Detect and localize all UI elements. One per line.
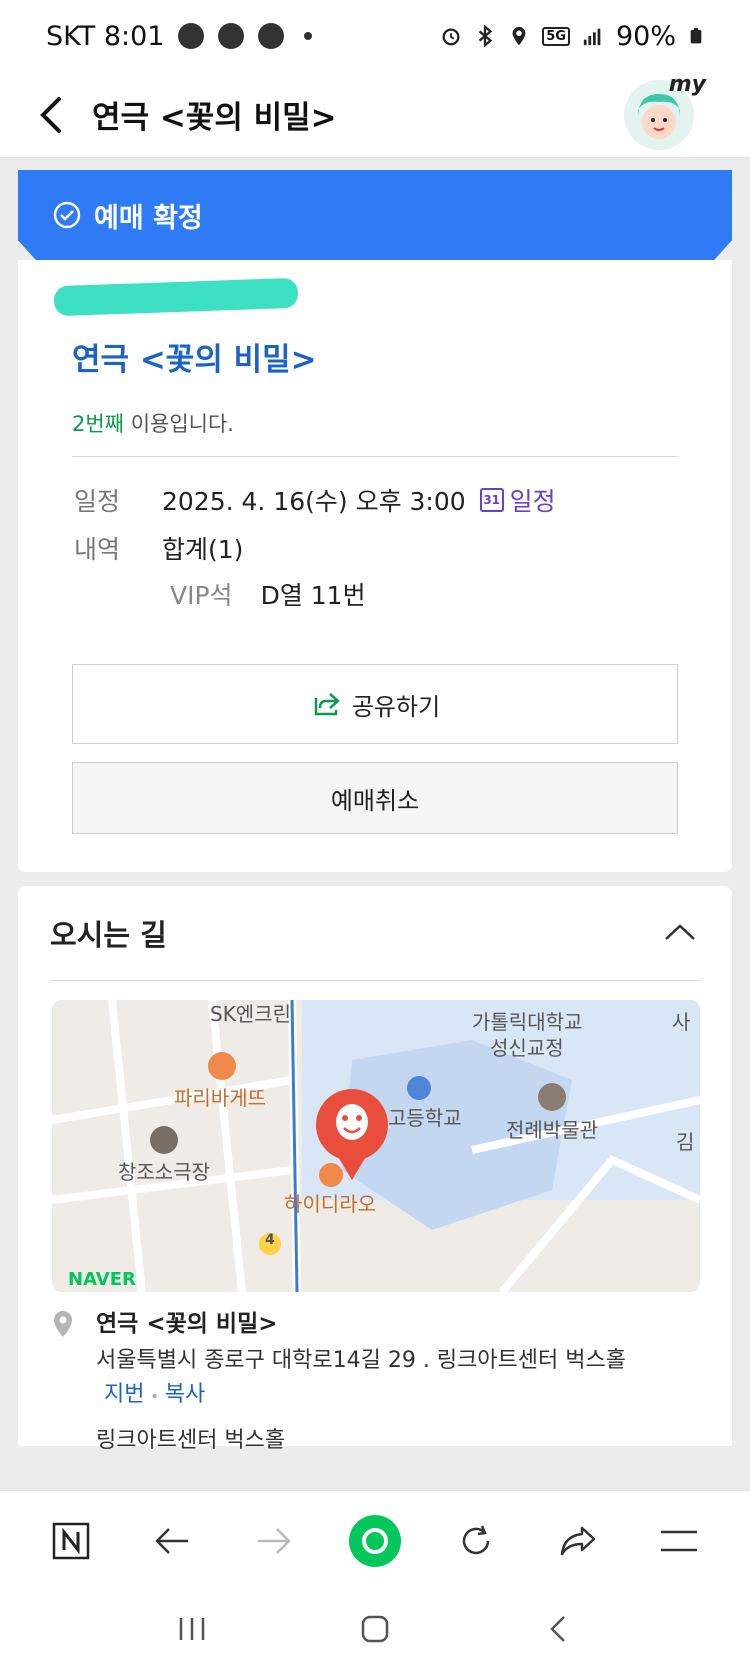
schedule-value: 2025. 4. 16(수) 오후 3:00 — [162, 487, 466, 516]
detail-value: 합계(1) — [162, 535, 244, 564]
home-button[interactable] — [350, 1604, 400, 1654]
check-circle-icon — [53, 201, 81, 229]
more-notifications-icon — [304, 32, 313, 40]
venue-address-text: 서울특별시 종로구 대학로14길 29 . 링크아트센터 벅스홀 — [96, 1348, 626, 1373]
location-icon — [512, 26, 526, 46]
map-route-number: 4 — [265, 1232, 275, 1248]
location-pin-icon — [54, 1311, 72, 1337]
cancel-booking-button[interactable]: 예매취소 — [72, 762, 678, 834]
use-count: 2번째 이용입니다. — [72, 408, 234, 438]
system-nav-bar — [0, 1590, 750, 1667]
share-button[interactable]: 공유하기 — [72, 664, 678, 744]
page-title: 연극 <꽃의 비밀> — [92, 100, 337, 136]
share-icon — [314, 693, 340, 716]
arrow-left-icon — [155, 1527, 189, 1554]
map-label-theater: 창조소극장 — [118, 1160, 210, 1184]
hamburger-menu-icon — [661, 1530, 698, 1551]
carrier-time: SKT 8:01 — [46, 20, 165, 52]
navigation-icon — [258, 23, 285, 49]
map-label-catholic: 가톨릭대학교 — [472, 1010, 583, 1034]
browser-toolbar — [0, 1490, 750, 1590]
map-label-school: 고등학교 — [388, 1106, 462, 1130]
map-label-sk: SK엔크린 — [210, 1002, 292, 1026]
naver-map-logo: NAVER — [68, 1269, 136, 1290]
forward-nav-button[interactable] — [244, 1511, 304, 1571]
map-label-side2: 김 — [676, 1130, 695, 1154]
seat-row: VIP석 D열 11번 — [170, 576, 366, 612]
bluetooth-icon — [479, 24, 493, 48]
venue-name: 연극 <꽃의 비밀> — [96, 1311, 278, 1337]
naver-n-icon — [52, 1522, 89, 1559]
use-count-rest: 이용입니다. — [124, 412, 234, 436]
green-dot-button[interactable] — [345, 1511, 405, 1571]
use-count-highlight: 2번째 — [72, 412, 125, 436]
app-icon — [218, 23, 245, 49]
home-icon — [361, 1615, 389, 1642]
refresh-icon — [463, 1525, 490, 1554]
signal-icon — [583, 28, 601, 46]
seat-value: D열 11번 — [260, 581, 366, 610]
booking-status-banner: 예매 확정 — [18, 170, 732, 260]
naver-home-button[interactable] — [41, 1511, 101, 1571]
status-bar: SKT 8:01 5G 90% — [0, 0, 750, 72]
green-dot-icon — [348, 1514, 401, 1567]
divider — [50, 980, 700, 981]
app-header: 연극 <꽃의 비밀> my — [0, 72, 750, 158]
map-label-paris: 파리바게뜨 — [174, 1086, 266, 1110]
share-label: 공유하기 — [351, 692, 441, 721]
recent-apps-button[interactable] — [167, 1604, 217, 1654]
talk-icon — [178, 23, 205, 49]
cancel-label: 예매취소 — [330, 786, 420, 815]
back-arrow-icon — [40, 96, 61, 133]
map-label-museum: 전례박물관 — [506, 1118, 598, 1142]
battery-icon — [690, 28, 702, 44]
show-title[interactable]: 연극 <꽃의 비밀> — [72, 334, 317, 379]
booking-card: 연극 <꽃의 비밀> 2번째 이용입니다. 일정 2025. 4. 16(수) … — [18, 260, 732, 872]
battery-level: 90% — [615, 20, 676, 52]
share-page-button[interactable] — [548, 1511, 608, 1571]
schedule-label: 일정 — [74, 487, 121, 516]
detail-label: 내역 — [74, 535, 121, 564]
directions-title: 오시는 길 — [50, 918, 167, 952]
detail-row: 내역 합계(1) — [74, 530, 243, 566]
menu-button[interactable] — [649, 1511, 709, 1571]
map-label-campus: 성신교정 — [490, 1036, 564, 1060]
back-nav-button[interactable] — [142, 1511, 202, 1571]
venue-address: 서울특별시 종로구 대학로14길 29 . 링크아트센터 벅스홀 지번 • 복사 — [96, 1344, 656, 1414]
calendar-link-label: 일정 — [509, 487, 556, 516]
map-label-hydrao: 하이디라오 — [284, 1192, 376, 1216]
redaction-scribble — [53, 277, 299, 317]
collapse-button[interactable] — [658, 910, 702, 954]
map-label-side1: 사 — [672, 1010, 691, 1034]
divider — [72, 456, 678, 457]
chevron-left-icon — [550, 1615, 566, 1642]
back-button[interactable] — [22, 85, 82, 145]
alarm-icon — [442, 28, 460, 46]
venue-hall: 링크아트센터 벅스홀 — [96, 1428, 286, 1453]
system-back-button[interactable] — [533, 1604, 583, 1654]
directions-card: 오시는 길 SK엔크린 가톨릭대학교 성신교정 사 파리바게뜨 고등학교 전례박… — [18, 886, 732, 1453]
refresh-button[interactable] — [446, 1511, 506, 1571]
add-to-calendar-link[interactable]: 31 일정 — [479, 482, 556, 518]
lot-address-link[interactable]: 지번 — [104, 1382, 144, 1407]
chevron-up-icon — [665, 924, 695, 940]
link-separator: • — [150, 1389, 159, 1405]
share-arrow-icon — [560, 1526, 596, 1555]
map-background — [52, 1000, 700, 1292]
arrow-right-icon — [257, 1527, 291, 1554]
venue-map[interactable]: SK엔크린 가톨릭대학교 성신교정 사 파리바게뜨 고등학교 전례박물관 김 창… — [52, 1000, 700, 1292]
copy-address-link[interactable]: 복사 — [165, 1382, 205, 1407]
calendar-icon: 31 — [479, 488, 504, 512]
recent-apps-icon — [179, 1617, 204, 1640]
seat-grade: VIP석 — [170, 581, 233, 610]
network-type: 5G — [542, 26, 570, 46]
avatar-my-label: my — [668, 72, 706, 97]
booking-status-text: 예매 확정 — [94, 202, 203, 234]
schedule-row: 일정 2025. 4. 16(수) 오후 3:00 31 일정 — [74, 482, 556, 518]
